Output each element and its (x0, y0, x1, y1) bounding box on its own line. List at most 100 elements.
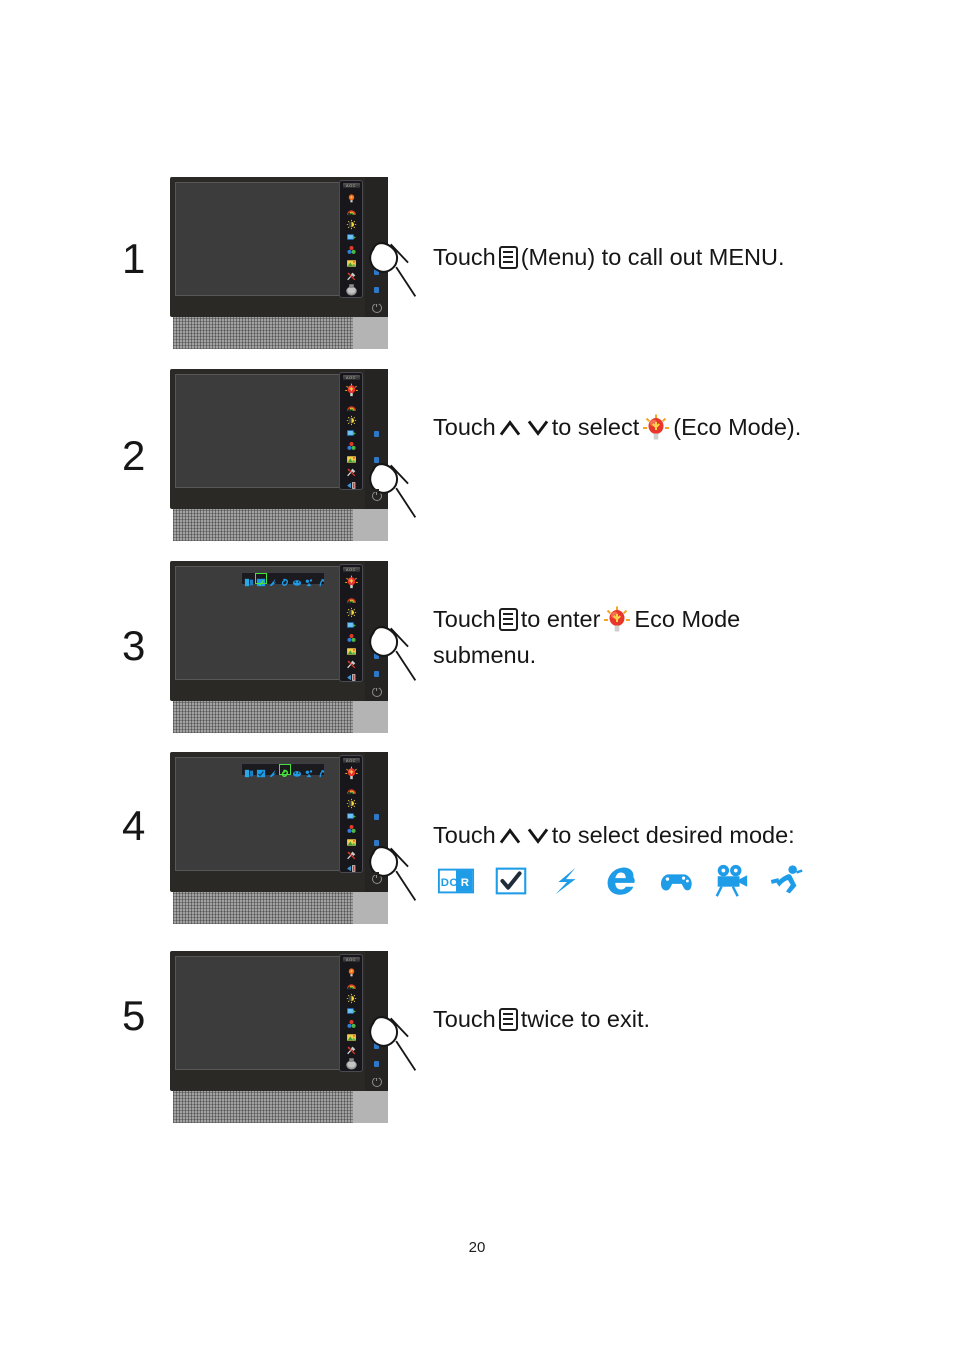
color-setup-icon (345, 439, 358, 450)
rainbow-color-icon (345, 592, 358, 604)
instruction-text-4: Touch to select desired mode: (433, 820, 795, 852)
eco-bulb-icon-selected (343, 383, 360, 398)
standard-mode-icon[interactable] (492, 862, 530, 900)
picture-boost-icon[interactable] (279, 764, 291, 777)
dcr-mode-icon[interactable]: D C R (437, 862, 475, 900)
side-icon-strip: AOC (339, 372, 363, 490)
osd-menu-bar (241, 763, 326, 778)
luminance-icon[interactable] (244, 574, 254, 587)
text-mode-icon[interactable] (547, 862, 585, 900)
picture-boost-icon (345, 835, 358, 846)
down-button[interactable] (374, 671, 379, 677)
image-setup-icon[interactable] (255, 573, 267, 587)
down-button[interactable] (374, 287, 379, 293)
monitor-illustration-4: AOC (170, 752, 417, 924)
internet-mode-icon[interactable] (602, 862, 640, 900)
sports-mode-icon[interactable] (767, 862, 805, 900)
power-button[interactable] (371, 872, 382, 884)
osd-setup-icon[interactable] (292, 574, 302, 586)
image-setup-icon (345, 230, 358, 241)
down-button[interactable] (374, 1061, 379, 1067)
extra-icon[interactable] (304, 765, 314, 778)
exit-arrow-icon (345, 670, 358, 681)
exit-arrow-icon (345, 478, 358, 489)
side-icon-strip: AOC (339, 564, 363, 682)
exit-arrow-icon (345, 861, 358, 872)
eco-bulb-icon-selected (343, 575, 360, 590)
monitor-illustration-1: AOC (170, 177, 417, 349)
instruction-suffix-2: (Eco Mode). (673, 414, 802, 440)
power-button[interactable] (371, 1075, 382, 1087)
aoc-logo: AOC (342, 957, 360, 962)
instruction-suffix-4: to select desired mode: (551, 822, 795, 848)
aoc-logo: AOC (342, 567, 360, 572)
movie-mode-icon[interactable] (712, 862, 750, 900)
monitor-screen (175, 374, 360, 488)
rainbow-color-icon (345, 400, 358, 412)
color-setup-icon (345, 243, 358, 254)
brightness-contrast-icon (345, 217, 358, 230)
instruction-line2-3: submenu. (433, 641, 537, 668)
arrow-down-icon (527, 823, 549, 844)
exit-icon (343, 1056, 360, 1071)
monitor-right-bezel (365, 369, 388, 509)
monitor-body: AOC (170, 177, 388, 317)
image-setup-icon (345, 618, 358, 629)
eco-bulb-icon (345, 965, 358, 977)
down-button[interactable] (374, 840, 379, 846)
extra-icon[interactable] (304, 574, 314, 587)
down-button[interactable] (374, 457, 379, 463)
image-setup-icon (345, 809, 358, 820)
arrow-up-icon (499, 415, 521, 436)
osd-menu-bar (241, 572, 326, 587)
instruction-prefix-1: Touch (433, 244, 496, 270)
menu-button-glyph-icon (498, 608, 518, 631)
up-button[interactable] (374, 269, 379, 275)
up-button[interactable] (374, 814, 379, 820)
monitor-base-right (353, 1091, 388, 1123)
up-button[interactable] (374, 1043, 379, 1049)
exit-icon[interactable] (316, 765, 326, 778)
step-number-5: 5 (122, 992, 146, 1039)
picture-boost-icon[interactable] (280, 574, 290, 586)
menu-button-glyph-icon (498, 246, 518, 269)
manual-page: 1 AOC Touch (Menu) to call out MENU. 2 A… (0, 0, 954, 1350)
up-button[interactable] (374, 431, 379, 437)
arrow-down-icon (527, 415, 549, 436)
instruction-prefix-5: Touch (433, 1006, 496, 1032)
monitor-right-bezel (365, 561, 388, 701)
image-setup-icon[interactable] (256, 765, 266, 778)
monitor-illustration-5: AOC (170, 951, 417, 1123)
eco-bulb-icon (602, 605, 632, 635)
monitor-base-right (353, 509, 388, 541)
instruction-prefix-4: Touch (433, 822, 496, 848)
up-button[interactable] (374, 653, 379, 659)
instruction-suffix-1: (Menu) to call out MENU. (520, 244, 785, 270)
power-button[interactable] (371, 685, 382, 697)
monitor-right-bezel (365, 951, 388, 1091)
osd-setup-icon (345, 1043, 358, 1055)
monitor-base-right (353, 892, 388, 924)
aoc-logo: AOC (342, 183, 360, 188)
monitor-body: AOC (170, 561, 388, 701)
power-button[interactable] (371, 489, 382, 501)
game-mode-icon[interactable] (657, 862, 695, 900)
osd-setup-icon (345, 465, 358, 477)
color-setup-icon[interactable] (268, 765, 278, 778)
picture-boost-icon (345, 1030, 358, 1041)
power-button[interactable] (371, 301, 382, 313)
page-number: 20 (468, 1239, 486, 1256)
osd-setup-icon[interactable] (292, 765, 302, 777)
eco-bulb-icon (345, 191, 358, 203)
instruction-suffix-3: Eco Mode (634, 606, 741, 632)
side-icon-strip: AOC (339, 180, 363, 298)
exit-icon[interactable] (316, 574, 326, 587)
brightness-contrast-icon (345, 991, 358, 1004)
picture-boost-icon (345, 256, 358, 267)
step-number-1: 1 (122, 235, 146, 282)
picture-boost-icon (345, 452, 358, 463)
instruction-prefix-3: Touch (433, 606, 496, 632)
luminance-icon[interactable] (244, 765, 254, 778)
instruction-suffix-5: twice to exit. (520, 1006, 651, 1032)
color-setup-icon[interactable] (268, 574, 278, 587)
